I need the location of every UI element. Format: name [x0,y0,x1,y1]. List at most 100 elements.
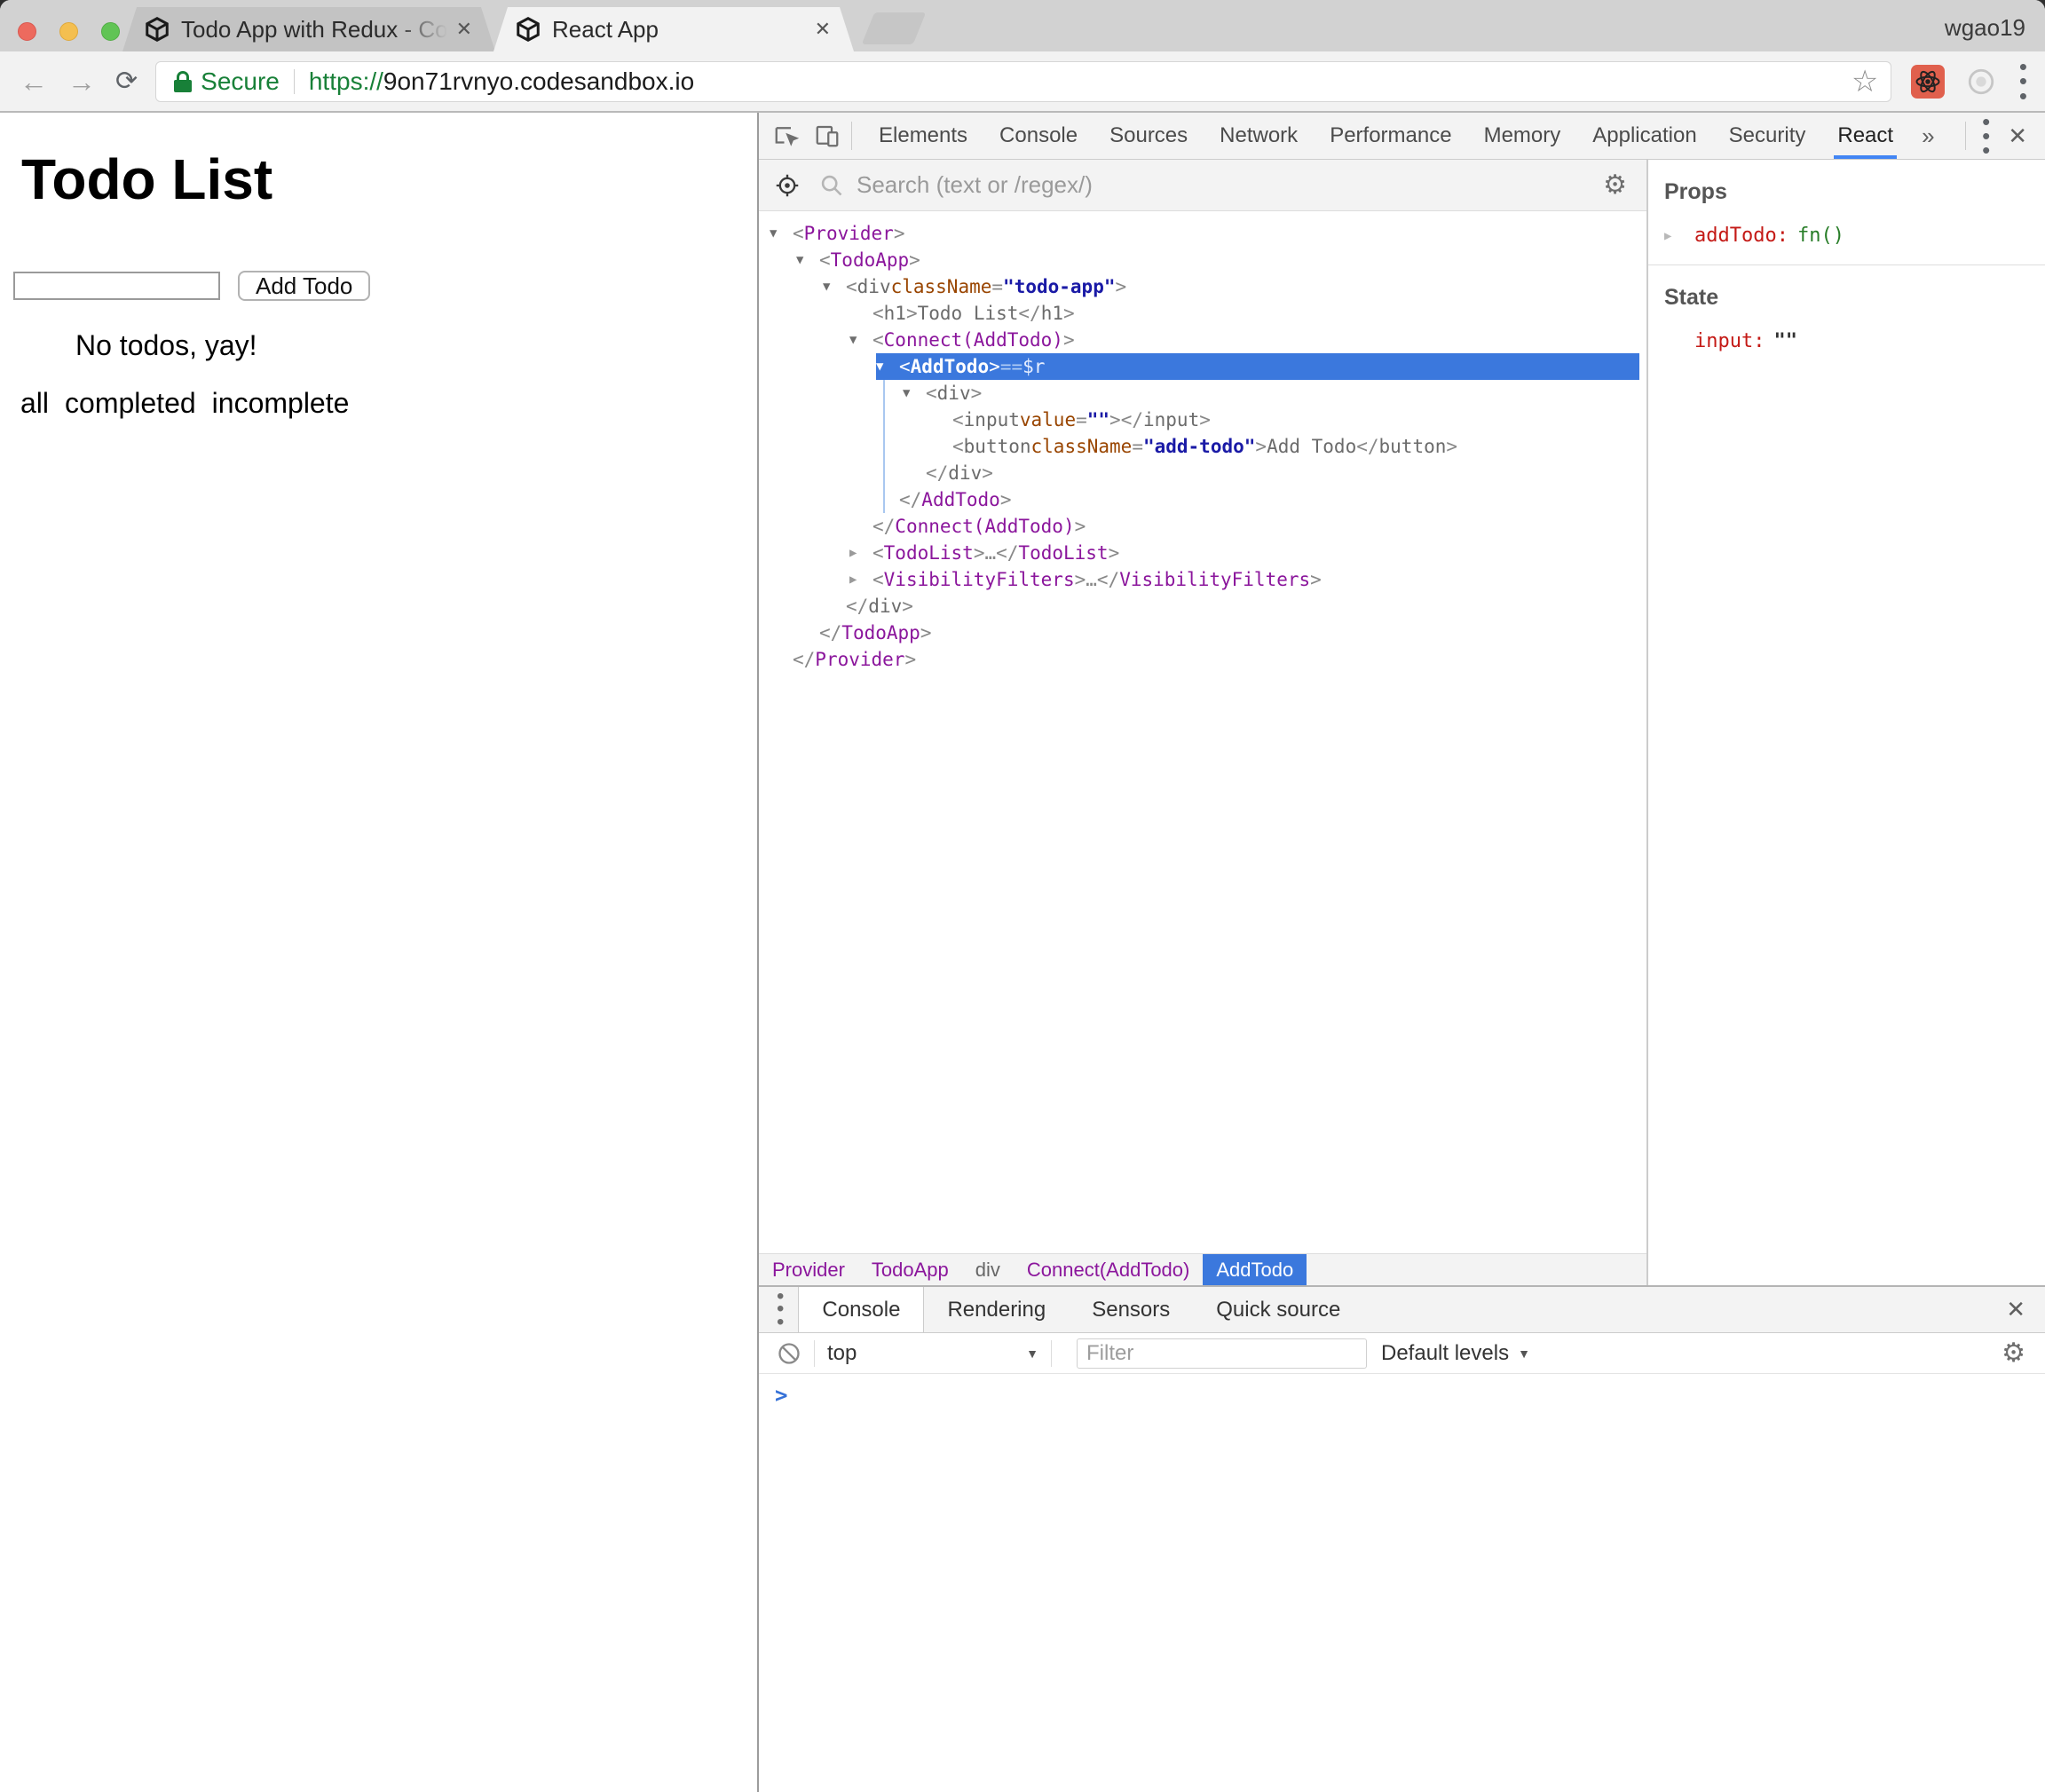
expanded-arrow-icon[interactable]: ▼ [876,353,899,380]
more-tabs-icon[interactable]: » [1909,122,1946,150]
expanded-arrow-icon[interactable]: ▼ [823,273,846,300]
disabled-extension-icon[interactable] [1964,65,1998,99]
expanded-arrow-icon[interactable]: ▼ [903,380,926,407]
tree-row[interactable]: ▼ < AddTodo > == $r [759,353,1646,380]
browser-tab-todo-app[interactable]: Todo App with Redux - CodeSa ✕ [122,7,495,51]
drawer-tab-rendering[interactable]: Rendering [924,1287,1069,1332]
expanded-arrow-icon[interactable]: ▼ [796,247,819,273]
todo-input[interactable] [13,272,220,300]
log-levels-selector[interactable]: Default levels ▼ [1381,1341,1530,1366]
reload-icon[interactable]: ⟳ [115,67,138,95]
address-bar[interactable]: Secure https:// 9on71rvnyo.codesandbox.i… [155,60,1892,102]
react-settings-gear-icon[interactable]: ⚙ [1603,170,1627,201]
search-icon [819,173,844,198]
tree-row[interactable]: </div > [759,460,1646,486]
breadcrumb-div[interactable]: div [962,1254,1014,1285]
select-component-target-icon[interactable] [775,173,800,198]
breadcrumb-connect-addtodo[interactable]: Connect(AddTodo) [1014,1254,1203,1285]
react-devtools-extension-icon[interactable] [1911,64,1946,99]
zoom-window-button[interactable] [101,22,120,41]
drawer-tab-quick-source[interactable]: Quick source [1193,1287,1363,1332]
tab-react[interactable]: React [1821,113,1909,159]
tree-row[interactable]: ▶ < VisibilityFilters >… </VisibilityFilters… [759,566,1646,593]
forward-icon[interactable]: → [67,67,96,96]
tree-row[interactable]: </AddTodo > [759,486,1646,513]
chevron-down-icon: ▼ [1026,1346,1038,1361]
state-row-input[interactable]: input: "" [1664,330,2045,352]
console-filter-input[interactable] [1077,1338,1367,1369]
tree-row[interactable]: ▼ < div className = "todo-app" > [759,273,1646,300]
tab-close-icon[interactable]: ✕ [456,20,472,39]
state-heading: State [1664,285,1719,310]
devtools-menu-icon[interactable]: • • • [1982,110,1990,162]
tab-memory[interactable]: Memory [1468,113,1577,159]
browser-tab-react-app[interactable]: React App ✕ [493,7,854,51]
tree-row[interactable]: ▶ < TodoList >… </TodoList > [759,540,1646,566]
tree-row[interactable]: ▼ < Connect(AddTodo) > [759,327,1646,353]
clear-console-icon[interactable] [777,1341,801,1366]
filter-all[interactable]: all [20,387,49,420]
tree-row[interactable]: </Connect(AddTodo) > [759,513,1646,540]
security-label[interactable]: Secure [201,67,280,96]
tree-row[interactable]: ▼ < div > [759,380,1646,407]
tab-sources[interactable]: Sources [1094,113,1204,159]
console-output[interactable]: > [759,1374,2045,1792]
expanded-arrow-icon[interactable]: ▼ [770,220,793,247]
devtools-panel: Elements Console Sources Network Perform… [759,110,2045,1792]
collapsed-arrow-icon[interactable]: ▶ [849,540,872,566]
tab-title: React App [552,15,659,43]
filter-incomplete[interactable]: incomplete [212,387,350,420]
drawer-tab-sensors[interactable]: Sensors [1069,1287,1193,1332]
execution-context-selector[interactable]: top ▼ [827,1341,1038,1366]
window-controls [18,22,120,41]
tab-security[interactable]: Security [1713,113,1822,159]
tree-row[interactable]: < h1 > Todo List </h1 > [759,300,1646,327]
expand-arrow-icon[interactable]: ▶ [1664,229,1694,243]
expanded-arrow-icon[interactable]: ▼ [849,327,872,353]
collapsed-arrow-icon[interactable]: ▶ [849,566,872,593]
tree-row[interactable]: < button className = "add-todo" > Add Todo </b… [759,433,1646,460]
inspect-element-icon[interactable] [773,122,800,149]
bookmark-star-icon[interactable]: ☆ [1852,64,1878,99]
tab-elements[interactable]: Elements [863,113,983,159]
tree-row[interactable]: </div > [759,593,1646,620]
console-prompt-icon[interactable]: > [775,1383,2045,1408]
browser-menu-icon[interactable]: • • • [2019,55,2027,107]
device-toolbar-icon[interactable] [814,122,841,149]
prop-row-addtodo[interactable]: ▶ addTodo: fn() [1664,225,2045,247]
tab-close-icon[interactable]: ✕ [815,20,831,39]
react-tree: ▼ < Provider > ▼ < TodoApp > ▼ < div className = "to… [759,211,1646,1253]
back-icon[interactable]: ← [20,67,48,96]
state-key: input: [1694,330,1765,352]
breadcrumb-todoapp[interactable]: TodoApp [858,1254,962,1285]
breadcrumb-addtodo[interactable]: AddTodo [1203,1254,1307,1285]
codesandbox-favicon-icon [144,16,170,43]
devtools-tabs: Elements Console Sources Network Perform… [863,113,1947,159]
drawer-close-icon[interactable]: ✕ [1986,1287,2045,1332]
drawer-menu-icon[interactable]: • • • [759,1285,798,1332]
add-todo-button[interactable]: Add Todo [238,271,371,301]
tab-network[interactable]: Network [1204,113,1314,159]
tree-row[interactable]: </TodoApp > [759,620,1646,646]
new-tab-button[interactable] [861,12,927,44]
drawer-tab-console[interactable]: Console [798,1287,925,1332]
prop-value: fn() [1796,225,1844,247]
component-search-input[interactable] [857,171,1604,199]
secure-lock-icon[interactable] [174,70,193,92]
console-settings-gear-icon[interactable]: ⚙ [2002,1338,2025,1369]
filter-completed[interactable]: completed [65,387,196,420]
minimize-window-button[interactable] [59,22,78,41]
chevron-down-icon: ▼ [1518,1346,1530,1361]
codesandbox-favicon-icon [515,16,541,43]
state-value: "" [1773,330,1797,352]
tree-row[interactable]: ▼ < Provider > [759,220,1646,247]
tab-console[interactable]: Console [983,113,1094,159]
devtools-close-icon[interactable]: ✕ [1995,122,2045,150]
close-window-button[interactable] [18,22,36,41]
tree-row[interactable]: ▼ < TodoApp > [759,247,1646,273]
breadcrumb-provider[interactable]: Provider [759,1254,858,1285]
tab-application[interactable]: Application [1576,113,1712,159]
tree-row[interactable]: </Provider > [759,646,1646,673]
tab-performance[interactable]: Performance [1314,113,1467,159]
tree-row[interactable]: < input value = "" > </input > [759,407,1646,433]
